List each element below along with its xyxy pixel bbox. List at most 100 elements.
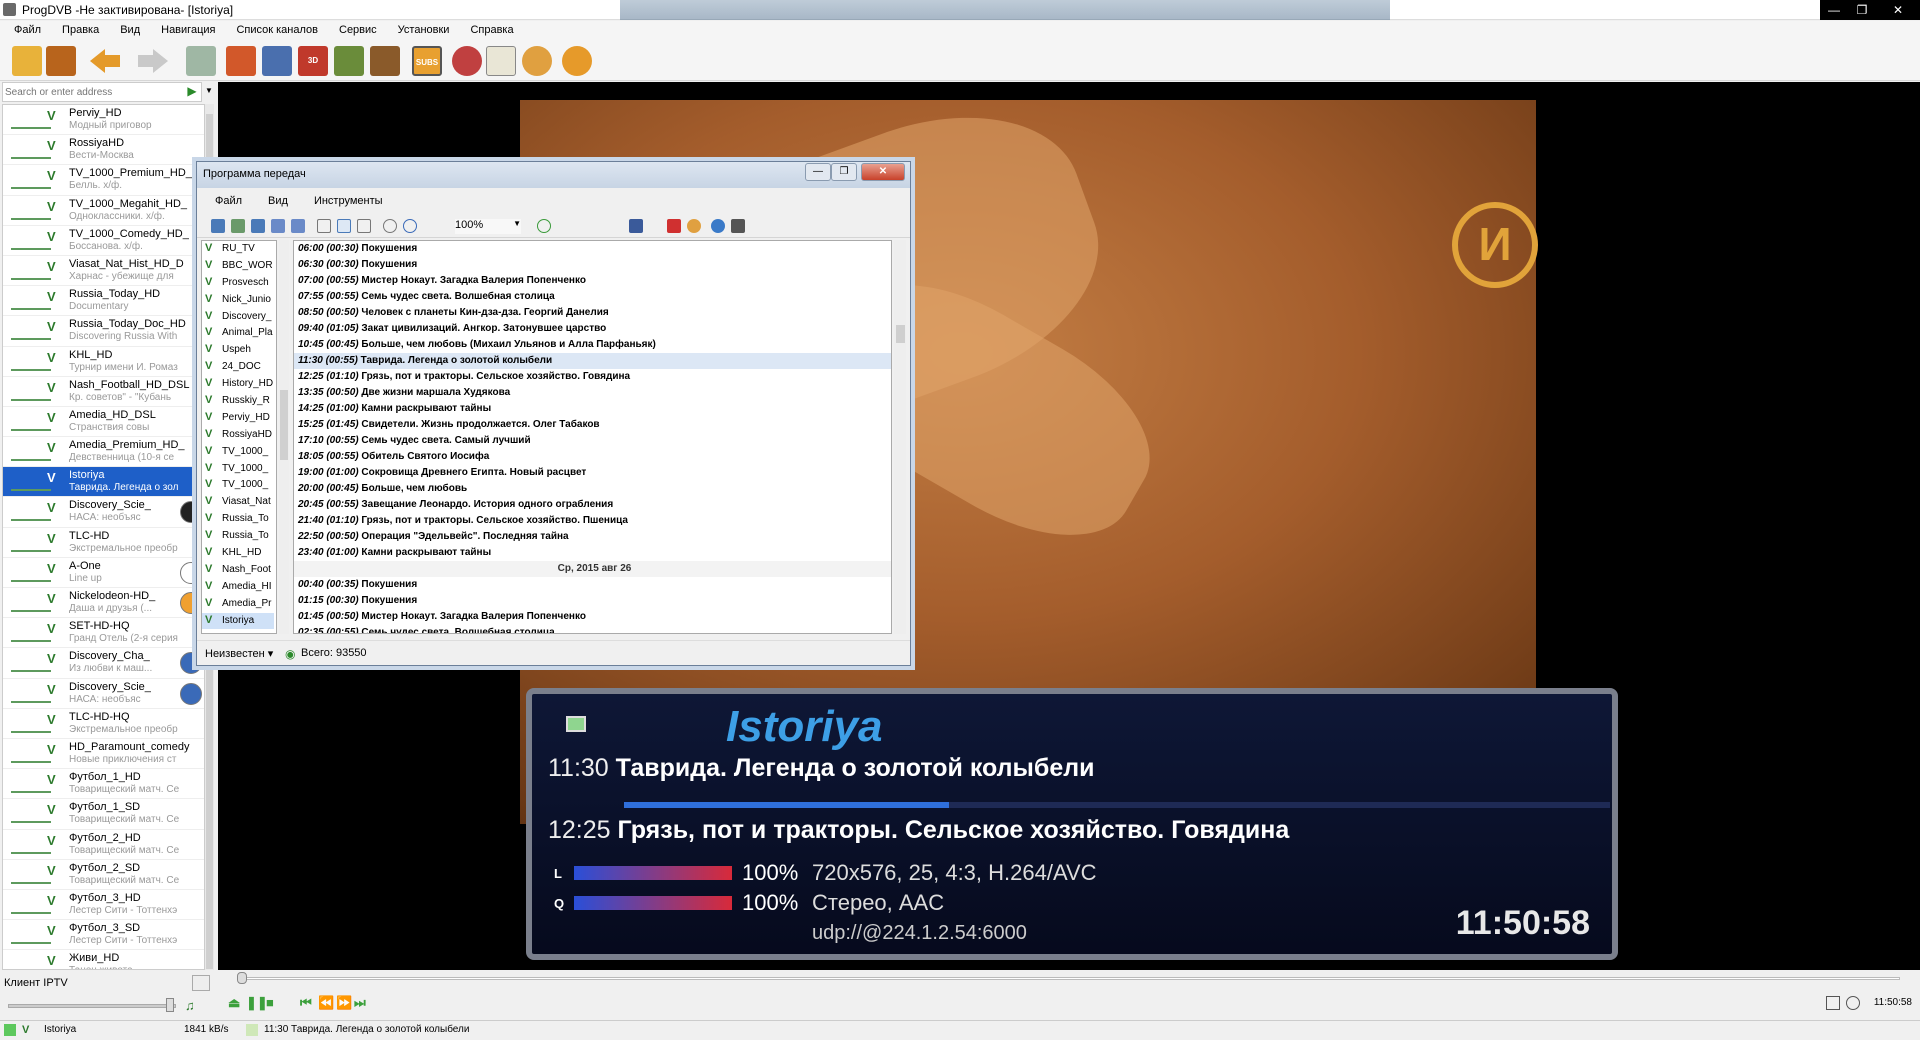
epg-program-row[interactable]: 02:35 (00:55) Семь чудес света. Волшебна… (294, 625, 891, 633)
channel-item[interactable]: V Discovery_Scie_ НАСА: необъяс (3, 679, 206, 709)
epg-zoom-in-icon[interactable] (403, 219, 417, 233)
epg-channel-item[interactable]: V Animal_Pla (202, 325, 274, 342)
seek-bar[interactable] (238, 977, 1900, 980)
volume-slider[interactable] (8, 1004, 176, 1008)
tv-screen-icon[interactable] (262, 46, 292, 76)
channel-item[interactable]: V Viasat_Nat_Hist_HD_D Харнас - убежище дл… (3, 256, 206, 287)
epg-program-row[interactable]: 07:55 (00:55) Семь чудес света. Волшебна… (294, 289, 891, 305)
epg-import-icon[interactable] (231, 219, 245, 233)
rewind-icon[interactable]: ⏪ (318, 995, 334, 1011)
epg-channel-item[interactable]: V TV_1000_ (202, 461, 274, 478)
epg-menu-view[interactable]: Вид (250, 192, 296, 210)
channel-item[interactable]: V Nickelodeon-HD_ Даша и друзья (... (3, 588, 206, 619)
epg-channel-item[interactable]: V Uspeh (202, 342, 274, 359)
close-button[interactable]: ✕ (1876, 0, 1920, 20)
disc-icon[interactable] (452, 46, 482, 76)
epg-list-view-icon[interactable] (317, 219, 331, 233)
epg-channel-item[interactable]: V Russia_To (202, 528, 274, 545)
channel-item[interactable]: V Футбол_3_HD Лестер Сити - Тоттенхэ (3, 890, 206, 921)
epg-record-icon[interactable] (667, 219, 681, 233)
epg-program-row[interactable]: 07:00 (00:55) Мистер Нокаут. Загадка Вал… (294, 273, 891, 289)
epg-minimize-button[interactable]: — (805, 163, 831, 181)
epg-channel-scrollbar[interactable] (279, 240, 289, 634)
minimize-button[interactable]: — (1820, 0, 1848, 20)
menu-service[interactable]: Сервис (325, 21, 384, 41)
channel-item[interactable]: V SET-HD-HQ Гранд Отель (2-я серия (3, 618, 206, 649)
epg-close-button[interactable]: ✕ (861, 163, 905, 181)
clock-icon[interactable] (522, 46, 552, 76)
epg-channel-item[interactable]: V Russkiy_R (202, 393, 274, 410)
open-folder-icon[interactable] (12, 46, 42, 76)
address-dropdown-icon[interactable]: ▼ (205, 86, 213, 95)
epg-zoom-out-icon[interactable] (383, 219, 397, 233)
stop-icon[interactable]: ■ (266, 995, 274, 1010)
forward-arrow-icon[interactable] (138, 49, 168, 73)
epg-menu-file[interactable]: Файл (197, 192, 250, 210)
epg-program-row[interactable]: 13:35 (00:50) Две жизни маршала Худякова (294, 385, 891, 401)
epg-filter-dropdown[interactable]: Неизвестен ▾ (205, 647, 273, 660)
seek-thumb[interactable] (237, 972, 247, 984)
skip-forward-icon[interactable]: ⏭ (354, 995, 366, 1011)
channel-item[interactable]: V TLC-HD Экстремальное преобр (3, 528, 206, 558)
epg-maximize-button[interactable]: ❐ (831, 163, 857, 181)
channel-item[interactable]: V RossiyaHD Вести-Москва (3, 135, 206, 166)
split-screen-icon[interactable] (334, 46, 364, 76)
channel-item[interactable]: V Russia_Today_Doc_HD Discovering Russia W… (3, 316, 206, 347)
epg-program-row[interactable]: 20:45 (00:55) Завещание Леонардо. Истори… (294, 497, 891, 513)
epg-open-icon[interactable] (211, 219, 225, 233)
channel-item[interactable]: V TV_1000_Premium_HD_ Белль. х/ф. (3, 165, 206, 196)
epg-program-row[interactable]: 09:40 (01:05) Закат цивилизаций. Ангкор.… (294, 321, 891, 337)
back-arrow-icon[interactable] (90, 49, 120, 73)
list-view-icon[interactable] (192, 975, 210, 991)
view-mode-icon[interactable] (1826, 996, 1840, 1010)
epg-copy-icon[interactable] (271, 219, 285, 233)
epg-program-row[interactable]: 10:45 (00:45) Больше, чем любовь (Михаил… (294, 337, 891, 353)
gear-icon[interactable] (562, 46, 592, 76)
timer-icon[interactable] (1846, 996, 1860, 1010)
mosaic-icon[interactable] (370, 46, 400, 76)
epg-channel-item[interactable]: V TV_1000_ (202, 444, 274, 461)
epg-export-icon[interactable] (251, 219, 265, 233)
channel-item[interactable]: V Perviy_HD Модный приговор (3, 105, 206, 136)
epg-channel-item[interactable]: V RU_TV (202, 241, 274, 258)
epg-program-row[interactable]: 22:50 (00:50) Операция "Эдельвейс". Посл… (294, 529, 891, 545)
epg-web-icon[interactable] (711, 219, 725, 233)
maximize-button[interactable]: ❐ (1848, 0, 1876, 20)
channel-item[interactable]: V A-One Line up (3, 558, 206, 588)
channel-item[interactable]: V Discovery_Cha_ Из любви к маш... (3, 648, 206, 679)
menu-help[interactable]: Справка (456, 21, 520, 41)
epg-channel-item[interactable]: V Perviy_HD (202, 410, 274, 427)
epg-program-row[interactable]: 18:05 (00:55) Обитель Святого Иосифа (294, 449, 891, 465)
epg-channel-item[interactable]: V Istoriya (202, 612, 274, 630)
epg-program-row[interactable]: 15:25 (01:45) Свидетели. Жизнь продолжае… (294, 417, 891, 433)
epg-program-row[interactable]: 17:10 (00:55) Семь чудес света. Самый лу… (294, 433, 891, 449)
channel-item[interactable]: V TV_1000_Comedy_HD_ Боссанова. х/ф. (3, 226, 206, 256)
epg-channel-item[interactable]: V Amedia_HI (202, 579, 274, 596)
menu-file[interactable]: Файл (0, 21, 48, 41)
3d-icon[interactable]: 3D (298, 46, 328, 76)
channel-item[interactable]: V Amedia_HD_DSL Странствия совы (3, 407, 206, 438)
epg-program-row[interactable]: 12:25 (01:10) Грязь, пот и тракторы. Сел… (294, 369, 891, 385)
notes-icon[interactable] (486, 46, 516, 76)
go-play-icon[interactable]: ▶ (183, 84, 201, 100)
epg-program-row[interactable]: 00:40 (00:35) Покушения (294, 577, 891, 593)
epg-program-row[interactable]: 14:25 (01:00) Камни раскрывают тайны (294, 401, 891, 417)
epg-program-row[interactable]: 20:00 (00:45) Больше, чем любовь (294, 481, 891, 497)
channel-item[interactable]: V Russia_Today_HD Documentary (3, 286, 206, 317)
channel-item[interactable]: V Футбол_3_SD Лестер Сити - Тоттенхэ (3, 920, 206, 951)
epg-grid-view-icon[interactable] (357, 219, 371, 233)
epg-channel-item[interactable]: V History_HD (202, 376, 274, 393)
audio-note-icon[interactable]: ♫ (185, 998, 215, 1018)
volume-slider-thumb[interactable] (166, 998, 174, 1012)
epg-channel-item[interactable]: V Prosvesch (202, 275, 274, 292)
epg-search-icon[interactable] (629, 219, 643, 233)
epg-program-row[interactable]: 06:30 (00:30) Покушения (294, 257, 891, 273)
epg-add-icon[interactable] (537, 219, 551, 233)
epg-channel-item[interactable]: V Amedia_Pr (202, 596, 274, 613)
epg-channel-item[interactable]: V Discovery_ (202, 309, 274, 326)
channel-item[interactable]: V TLC-HD-HQ Экстремальное преобр (3, 709, 206, 739)
scrollbar-thumb[interactable] (896, 325, 905, 343)
channel-item[interactable]: V KHL_HD Турнир имени И. Ромаз (3, 347, 206, 377)
skip-back-icon[interactable]: ⏮ (300, 995, 312, 1011)
menu-navigation[interactable]: Навигация (147, 21, 222, 41)
